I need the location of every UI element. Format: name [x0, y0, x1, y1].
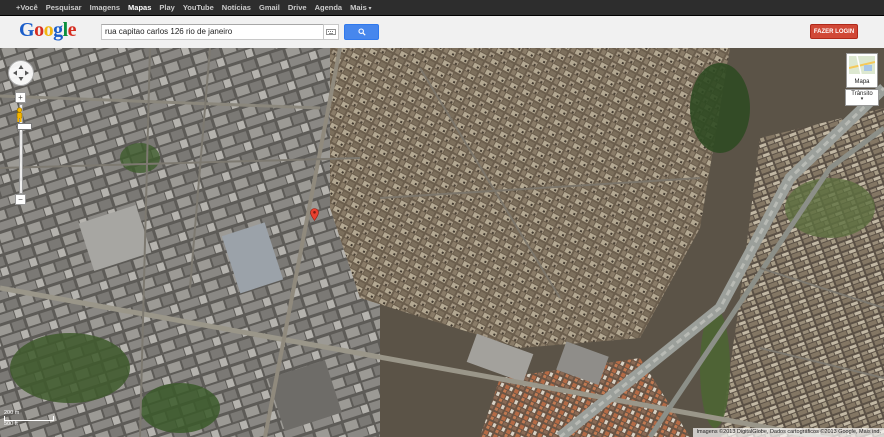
- nav-youtube[interactable]: YouTube: [183, 3, 214, 12]
- top-nav: +Você Pesquisar Imagens Mapas Play YouTu…: [16, 0, 371, 15]
- search-icon: [357, 28, 366, 36]
- nav-gmail[interactable]: Gmail: [259, 3, 280, 12]
- pan-control[interactable]: [8, 60, 34, 86]
- google-logo[interactable]: Google: [19, 19, 77, 42]
- scale-bottom-label: 500 ft: [4, 421, 18, 427]
- keyboard-icon[interactable]: [323, 24, 339, 40]
- nav-mais[interactable]: Mais: [350, 3, 371, 12]
- google-top-bar: +Você Pesquisar Imagens Mapas Play YouTu…: [0, 0, 884, 16]
- zoom-slider-thumb[interactable]: [17, 123, 32, 130]
- nav-noticias[interactable]: Notícias: [222, 3, 251, 12]
- map-scale: 200 m 500 ft: [4, 410, 54, 427]
- chevron-down-icon: ▾: [860, 96, 864, 102]
- aerial-imagery: [0, 48, 884, 437]
- map-pin-icon: [310, 208, 319, 222]
- zoom-in-button[interactable]: +: [15, 92, 26, 103]
- satellite-map[interactable]: + − Mapa Trânsito ▾ 200 m 500 ft Imagens…: [0, 48, 884, 437]
- map-thumbnail: [849, 56, 875, 74]
- traffic-layer-button[interactable]: Trânsito ▾: [845, 89, 879, 106]
- map-attribution[interactable]: Imagens ©2013 DigitalGlobe, Dados cartog…: [693, 428, 884, 437]
- zoom-out-button[interactable]: −: [15, 194, 26, 205]
- nav-agenda[interactable]: Agenda: [315, 3, 343, 12]
- nav-play[interactable]: Play: [159, 3, 174, 12]
- pegman-icon[interactable]: [14, 107, 25, 123]
- map-type-toggle[interactable]: Mapa: [846, 53, 878, 88]
- nav-pesquisar[interactable]: Pesquisar: [46, 3, 82, 12]
- pan-arrows-icon: [13, 65, 29, 81]
- search-button[interactable]: [344, 24, 379, 40]
- nav-mapas[interactable]: Mapas: [128, 3, 151, 12]
- search-header: Google FAZER LOGIN: [0, 16, 884, 49]
- nav-drive[interactable]: Drive: [288, 3, 307, 12]
- nav-imagens[interactable]: Imagens: [90, 3, 120, 12]
- nav-voce[interactable]: +Você: [16, 3, 38, 12]
- login-button[interactable]: FAZER LOGIN: [810, 24, 858, 39]
- location-marker[interactable]: [310, 208, 319, 222]
- map-type-label: Mapa: [854, 79, 870, 85]
- search-input[interactable]: [102, 25, 324, 38]
- search-box: [101, 24, 325, 40]
